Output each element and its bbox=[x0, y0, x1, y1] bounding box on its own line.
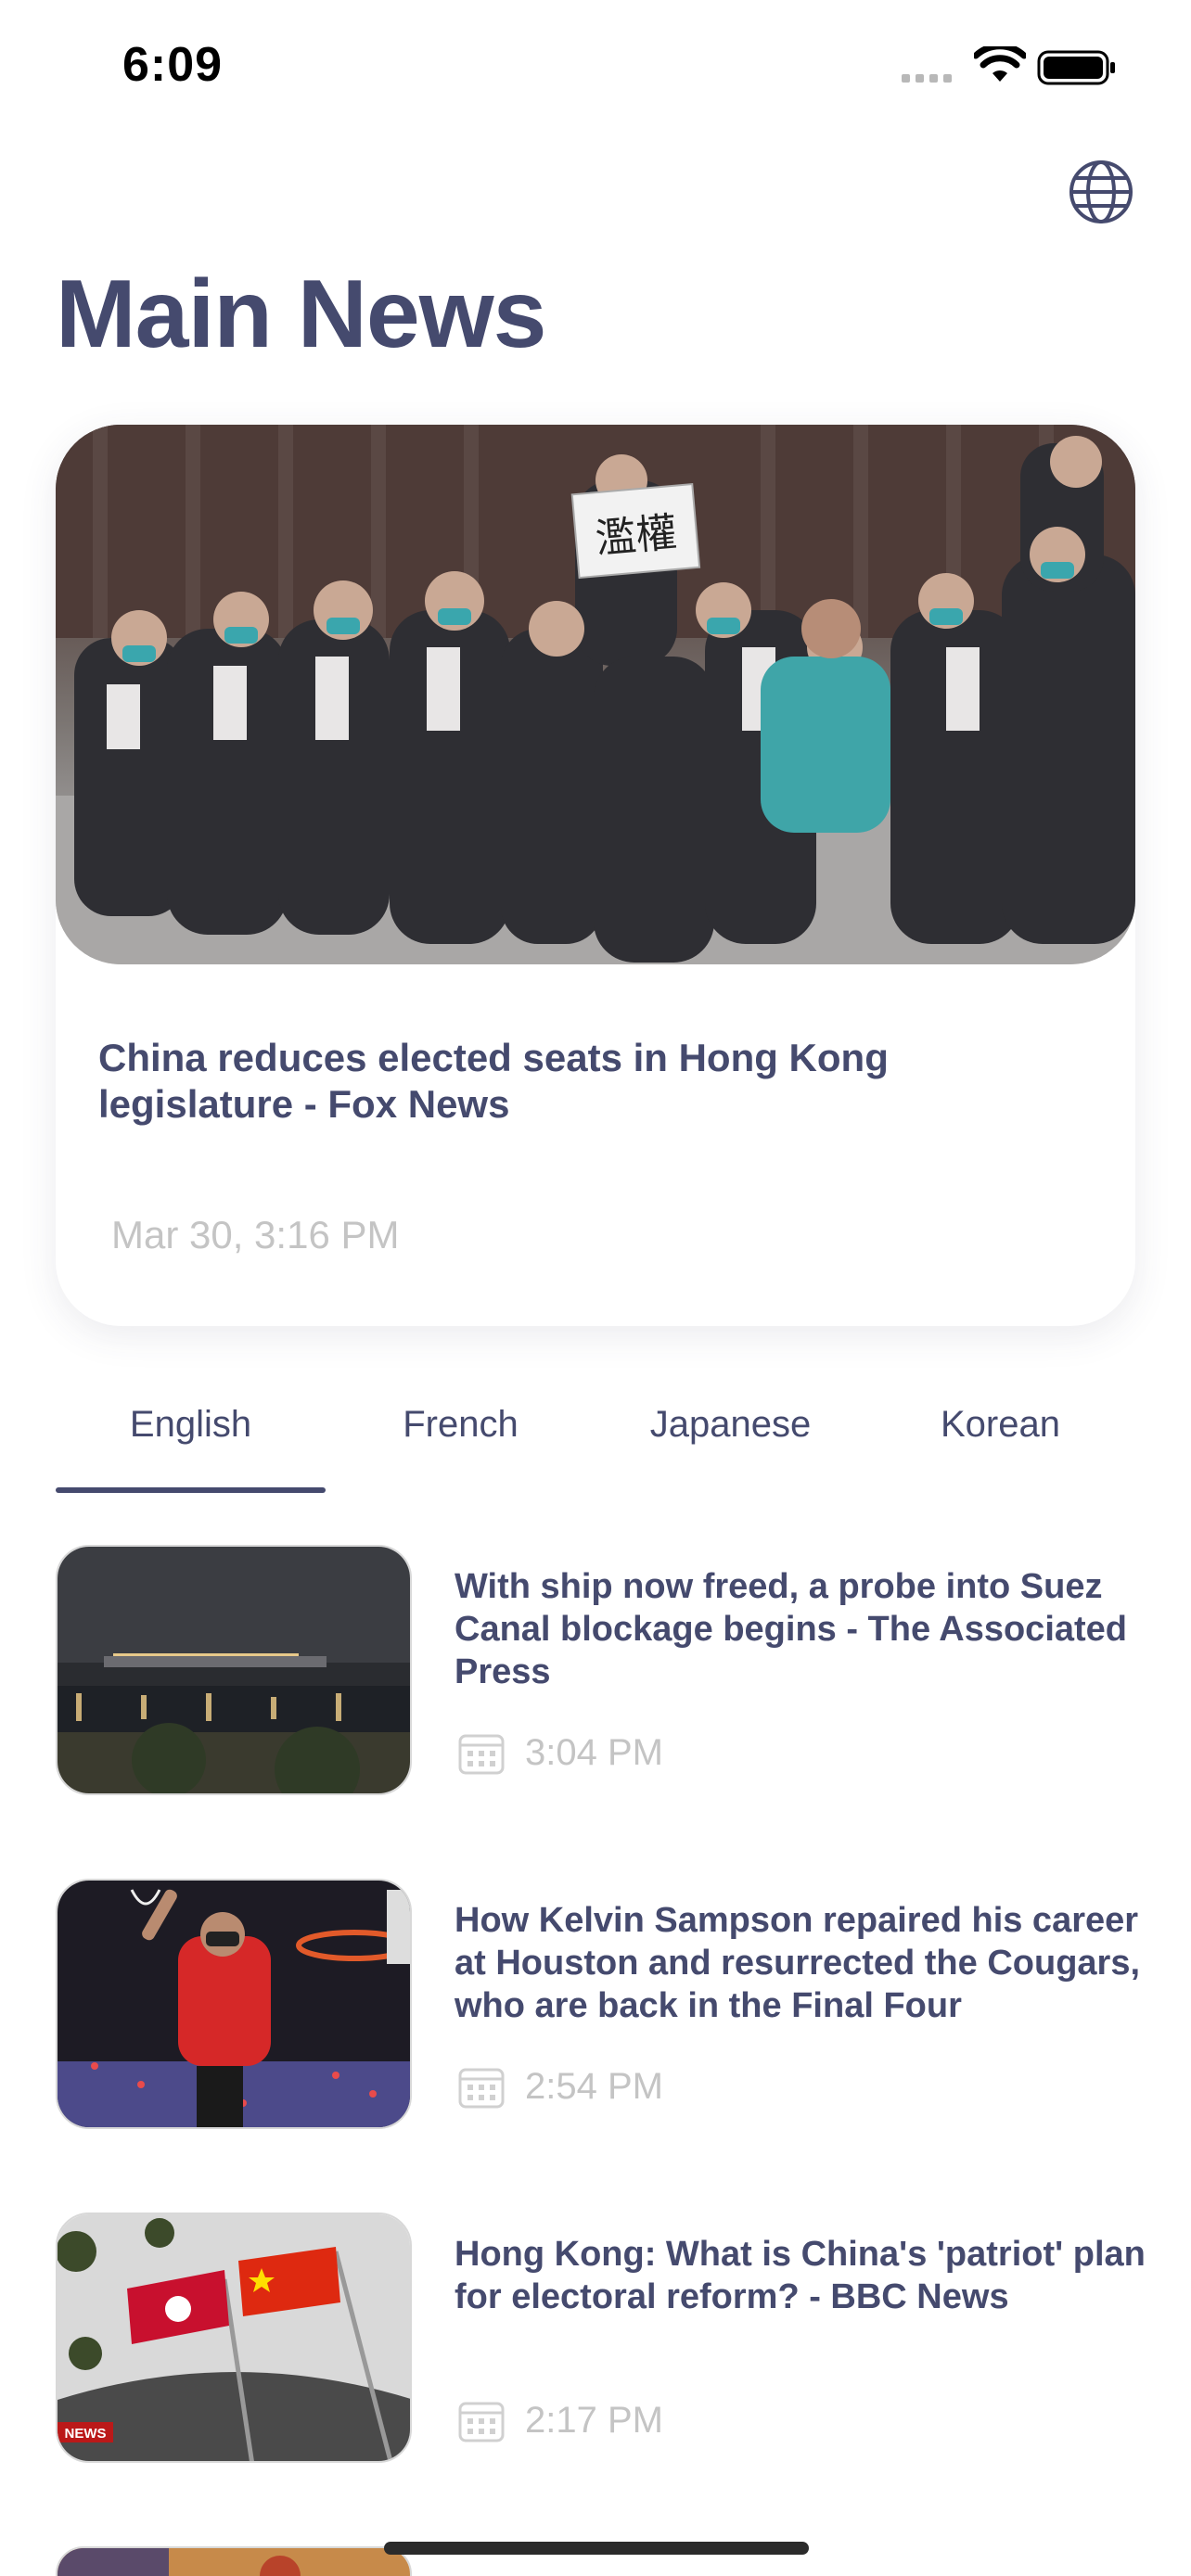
home-indicator[interactable] bbox=[384, 2542, 809, 2555]
news-thumbnail: NEWS bbox=[56, 2213, 412, 2463]
featured-news-date: Mar 30, 3:16 PM bbox=[111, 1213, 400, 1256]
tab-english[interactable]: English bbox=[56, 1391, 326, 1493]
battery-icon bbox=[1037, 50, 1115, 85]
featured-news-image: 濫權 bbox=[56, 425, 1135, 964]
featured-news-card[interactable]: 濫權 China reduces elected seats in Hong K… bbox=[56, 425, 1135, 1326]
status-bar: 6:09 bbox=[0, 0, 1191, 139]
featured-news-title[interactable]: China reduces elected seats in Hong Kong… bbox=[98, 1035, 1091, 1128]
tab-japanese[interactable]: Japanese bbox=[596, 1391, 865, 1493]
status-time: 6:09 bbox=[122, 38, 224, 92]
calendar-icon bbox=[458, 2402, 505, 2442]
news-list-item[interactable]: How Kelvin Sampson repaired his career a… bbox=[56, 1879, 1150, 2129]
news-time-row: 3:04 PM bbox=[458, 1730, 663, 1775]
wifi-icon bbox=[974, 46, 1026, 82]
news-title[interactable]: With ship now freed, a probe into Suez C… bbox=[455, 1565, 1159, 1693]
news-time: 2:17 PM bbox=[525, 2399, 663, 2441]
news-thumbnail bbox=[56, 2546, 412, 2576]
calendar-icon bbox=[458, 2068, 505, 2109]
page-title: Main News bbox=[56, 261, 546, 368]
news-time: 2:54 PM bbox=[525, 2065, 663, 2107]
tab-french[interactable]: French bbox=[326, 1391, 596, 1493]
cellular-signal-icon bbox=[902, 74, 952, 83]
screen: 6:09 Main News 濫權 China reduces elected … bbox=[0, 0, 1191, 2576]
news-time: 3:04 PM bbox=[525, 1731, 663, 1773]
news-list-item[interactable]: With ship now freed, a probe into Suez C… bbox=[56, 1545, 1150, 1795]
language-tabs: English French Japanese Korean bbox=[56, 1391, 1135, 1493]
tab-korean[interactable]: Korean bbox=[865, 1391, 1135, 1493]
news-time-row: 2:54 PM bbox=[458, 2064, 663, 2109]
news-thumbnail bbox=[56, 1879, 412, 2129]
news-time-row: 2:17 PM bbox=[458, 2398, 663, 2442]
protest-sign-text: 濫權 bbox=[594, 509, 679, 563]
news-list-item[interactable]: NEWS Hong Kong: What is China's 'patriot… bbox=[56, 2213, 1150, 2463]
news-title[interactable]: Hong Kong: What is China's 'patriot' pla… bbox=[455, 2233, 1159, 2318]
news-title[interactable]: How Kelvin Sampson repaired his career a… bbox=[455, 1899, 1159, 2027]
globe-icon[interactable] bbox=[1067, 158, 1135, 226]
calendar-icon bbox=[458, 1734, 505, 1775]
news-badge: NEWS bbox=[65, 2426, 107, 2442]
active-tab-indicator bbox=[56, 1487, 326, 1493]
news-thumbnail bbox=[56, 1545, 412, 1795]
